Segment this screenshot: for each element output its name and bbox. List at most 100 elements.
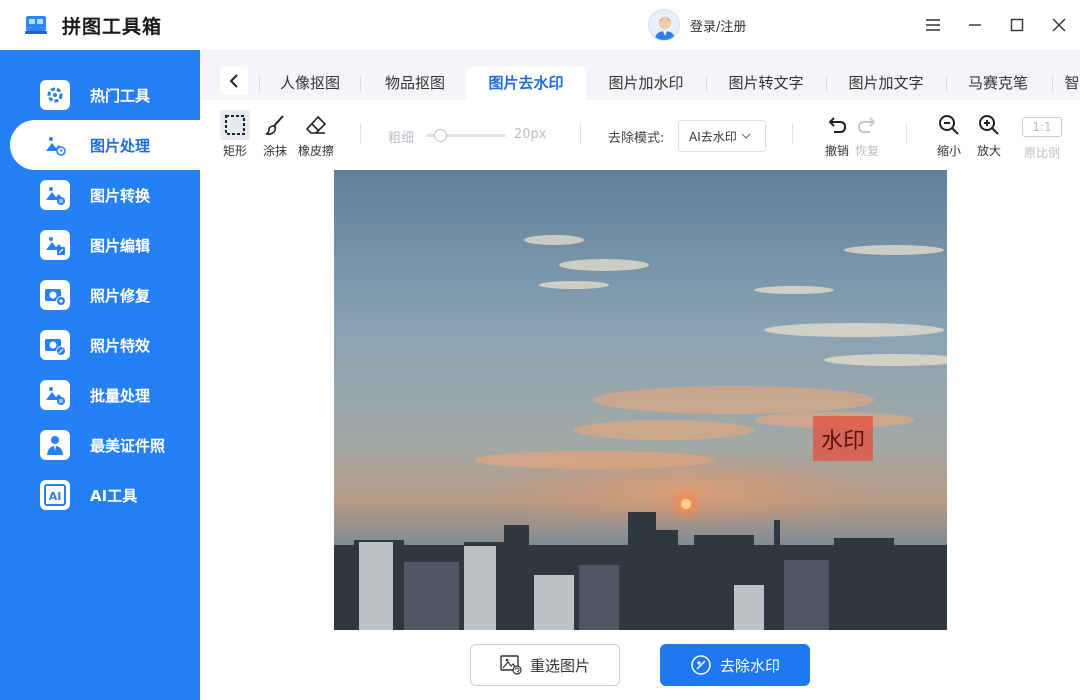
close-button[interactable]	[1046, 12, 1072, 38]
canvas-area: 水印 重选图片 去除水印	[200, 168, 1080, 700]
original-ratio-button[interactable]: 1:1 原比例	[1022, 112, 1062, 161]
image-clock-icon	[40, 130, 70, 160]
menu-icon	[926, 19, 940, 31]
chevron-left-icon	[229, 74, 238, 88]
tab-smart[interactable]: 智	[1064, 67, 1080, 100]
eraser-tool-label: 橡皮擦	[298, 144, 335, 158]
sidebar-item-image-edit[interactable]: 图片编辑	[0, 220, 200, 270]
tab-add-text[interactable]: 图片加文字	[828, 67, 944, 100]
menu-button[interactable]	[920, 12, 946, 38]
zoom-out-label: 缩小	[936, 144, 961, 158]
eraser-icon	[301, 110, 331, 140]
toolbar-divider	[906, 124, 907, 144]
sidebar-item-image-processing[interactable]: 图片处理	[10, 120, 200, 170]
editor-toolbar: 矩形 涂抹 橡皮擦 粗细 20px 去除模式: AI去水印 撤销 恢复 缩小 放…	[200, 100, 1080, 168]
thickness-label: 粗细	[388, 131, 415, 146]
rectangle-select-icon	[220, 110, 250, 140]
sidebar: 热门工具 图片处理 图片转换 图片编辑 照片修复 照片特效 批量处理 最美证件照…	[0, 50, 200, 700]
sidebar-item-photo-effects[interactable]: 照片特效	[0, 320, 200, 370]
eraser-tool-button[interactable]: 橡皮擦	[298, 110, 334, 159]
undo-icon	[822, 110, 852, 140]
tab-image-to-text[interactable]: 图片转文字	[708, 67, 824, 100]
brush-icon	[260, 110, 290, 140]
smear-tool-button[interactable]: 涂抹	[260, 110, 290, 159]
tab-mosaic-pen[interactable]: 马赛克笔	[950, 67, 1046, 100]
sidebar-item-label: 热门工具	[90, 86, 151, 105]
close-icon	[1052, 18, 1066, 32]
watermark-remove-icon	[691, 655, 711, 675]
undo-label: 撤销	[824, 144, 849, 158]
sidebar-item-label: 最美证件照	[90, 436, 166, 455]
zoom-in-button[interactable]: 放大	[974, 110, 1004, 159]
sidebar-item-batch[interactable]: 批量处理	[0, 370, 200, 420]
chevron-down-icon	[741, 133, 751, 139]
tab-portrait-cutout[interactable]: 人像抠图	[262, 67, 358, 100]
smear-tool-label: 涂抹	[262, 144, 287, 158]
camera-plus-icon	[40, 280, 70, 310]
tab-divider	[946, 76, 947, 92]
tab-divider	[259, 76, 260, 92]
avatar	[648, 9, 680, 41]
svg-text:AI: AI	[49, 490, 62, 503]
thickness-slider-handle[interactable]	[434, 129, 447, 142]
sidebar-item-label: 照片修复	[90, 286, 151, 305]
reselect-image-label: 重选图片	[529, 656, 590, 675]
redo-icon	[852, 110, 882, 140]
zoom-in-icon	[974, 110, 1004, 140]
zoom-out-button[interactable]: 缩小	[934, 110, 964, 159]
redo-button[interactable]: 恢复	[852, 110, 882, 159]
thickness-value: 20px	[514, 127, 547, 142]
tab-divider	[706, 76, 707, 92]
image-edit-icon	[40, 230, 70, 260]
app-logo-icon	[25, 16, 47, 34]
original-ratio-label: 原比例	[1023, 146, 1060, 160]
person-id-icon	[40, 430, 70, 460]
removal-mode-select[interactable]: AI去水印	[678, 120, 766, 152]
zoom-out-icon	[934, 110, 964, 140]
photo-canvas[interactable]: 水印	[334, 170, 947, 630]
reselect-image-button[interactable]: 重选图片	[470, 644, 620, 686]
tab-add-watermark[interactable]: 图片加水印	[586, 67, 706, 100]
rect-tool-label: 矩形	[222, 144, 247, 158]
tab-divider	[1052, 76, 1053, 92]
sidebar-item-label: 图片处理	[90, 136, 151, 155]
minimize-button[interactable]	[962, 12, 988, 38]
sidebar-item-hot-tools[interactable]: 热门工具	[0, 70, 200, 120]
sidebar-item-label: 图片编辑	[90, 236, 151, 255]
undo-button[interactable]: 撤销	[822, 110, 852, 159]
gear-icon	[40, 80, 70, 110]
thickness-slider[interactable]	[426, 129, 506, 142]
sidebar-item-id-photo[interactable]: 最美证件照	[0, 420, 200, 470]
tab-object-cutout[interactable]: 物品抠图	[365, 67, 465, 100]
login-button[interactable]: 登录/注册	[648, 9, 746, 41]
minimize-icon	[969, 24, 981, 26]
ratio-box: 1:1	[1022, 117, 1062, 137]
camera-wand-icon	[40, 330, 70, 360]
sidebar-item-ai-tools[interactable]: AI AI工具	[0, 470, 200, 520]
maximize-icon	[1010, 18, 1024, 32]
maximize-button[interactable]	[1004, 12, 1030, 38]
tab-divider	[826, 76, 827, 92]
toolbar-divider	[792, 124, 793, 144]
sidebar-item-label: 照片特效	[90, 336, 151, 355]
rect-tool-button[interactable]: 矩形	[220, 110, 250, 159]
tab-bar: 人像抠图 物品抠图 图片去水印 图片加水印 图片转文字 图片加文字 马赛克笔 智	[200, 50, 1080, 100]
image-batch-icon	[40, 380, 70, 410]
sidebar-item-photo-repair[interactable]: 照片修复	[0, 270, 200, 320]
sidebar-item-label: 图片转换	[90, 186, 151, 205]
tab-remove-watermark[interactable]: 图片去水印	[466, 67, 586, 100]
watermark-selection[interactable]: 水印	[813, 416, 873, 461]
app-title: 拼图工具箱	[62, 16, 163, 38]
login-label: 登录/注册	[690, 19, 747, 35]
toolbar-divider	[360, 124, 361, 144]
removal-mode-label: 去除模式:	[608, 131, 665, 146]
redo-label: 恢复	[854, 144, 879, 158]
tab-back-button[interactable]	[220, 67, 248, 95]
title-bar: 拼图工具箱 登录/注册	[0, 0, 1080, 50]
sidebar-item-label: AI工具	[90, 486, 138, 505]
removal-mode-value: AI去水印	[689, 129, 737, 144]
tab-divider	[360, 76, 361, 92]
sidebar-item-image-convert[interactable]: 图片转换	[0, 170, 200, 220]
remove-watermark-button[interactable]: 去除水印	[660, 644, 810, 686]
ai-icon: AI	[40, 480, 70, 510]
